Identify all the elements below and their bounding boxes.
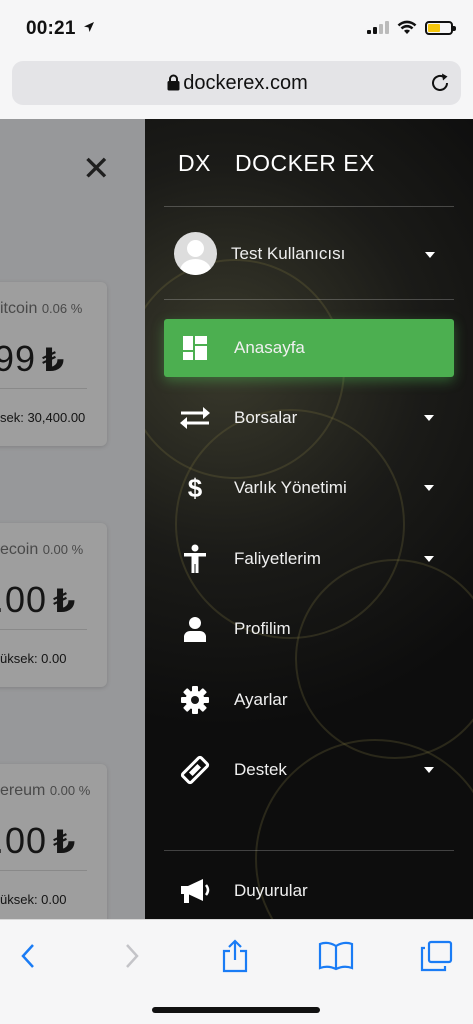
tabs-button[interactable] <box>416 938 456 974</box>
chevron-down-icon <box>424 556 434 562</box>
overlay-dim[interactable] <box>0 119 145 919</box>
litecoin-decoration <box>295 559 473 759</box>
menu-label: Faliyetlerim <box>234 549 321 568</box>
user-name: Test Kullanıcısı <box>231 243 346 263</box>
menu-item-profilim[interactable]: Profilim <box>164 600 454 658</box>
gear-icon <box>178 683 212 717</box>
user-icon <box>178 612 212 646</box>
divider <box>164 850 454 851</box>
menu-label: Profilim <box>234 619 291 638</box>
wifi-icon <box>397 20 417 34</box>
user-profile-toggle[interactable]: Test Kullanıcısı <box>174 232 345 275</box>
dollar-icon: $ <box>187 472 203 503</box>
signal-icon <box>367 21 389 34</box>
ticket-icon <box>178 753 212 787</box>
chevron-right-icon <box>126 944 139 968</box>
back-button[interactable] <box>8 938 48 974</box>
location-arrow-icon <box>84 22 95 32</box>
forward-button[interactable] <box>112 938 152 974</box>
status-time: 00:21 <box>26 18 95 40</box>
share-icon <box>222 939 248 973</box>
chevron-left-icon <box>21 944 34 968</box>
status-bar: 00:21 <box>0 0 473 56</box>
tabs-icon <box>420 940 453 972</box>
menu-item-varlik-yonetimi[interactable]: $ Varlık Yönetimi <box>164 459 454 517</box>
swap-arrows-icon <box>178 401 212 435</box>
menu-label: Varlık Yönetimi <box>234 478 347 497</box>
menu-item-faliyetlerim[interactable]: Faliyetlerim <box>164 530 454 588</box>
megaphone-icon <box>178 874 212 908</box>
reload-icon[interactable] <box>429 72 451 94</box>
chevron-down-icon <box>424 767 434 773</box>
menu-item-borsalar[interactable]: Borsalar <box>164 389 454 447</box>
menu-item-destek[interactable]: Destek <box>164 741 454 799</box>
brand-logo: DX <box>178 150 211 176</box>
menu-label: Anasayfa <box>234 338 305 357</box>
chevron-down-icon <box>424 415 434 421</box>
address-bar[interactable]: dockerex.com <box>12 61 461 105</box>
menu-item-anasayfa[interactable]: Anasayfa <box>164 319 454 377</box>
menu-item-duyurular[interactable]: Duyurular <box>164 862 454 919</box>
menu-label: Duyurular <box>234 881 308 900</box>
divider <box>164 299 454 300</box>
divider <box>164 206 454 207</box>
menu-label: Ayarlar <box>234 690 288 709</box>
url-text: dockerex.com <box>183 72 308 94</box>
share-button[interactable] <box>215 938 255 974</box>
avatar <box>174 232 217 275</box>
dashboard-icon <box>178 331 212 365</box>
brand-name: DOCKER EX <box>234 150 375 176</box>
menu-label: Borsalar <box>234 408 298 427</box>
menu-label: Destek <box>234 760 287 779</box>
battery-icon <box>425 20 456 35</box>
chevron-down-icon <box>424 485 434 491</box>
book-icon <box>318 941 354 971</box>
accessibility-person-icon <box>178 542 212 576</box>
chevron-down-icon[interactable] <box>425 252 435 258</box>
menu-item-ayarlar[interactable]: Ayarlar <box>164 671 454 729</box>
side-drawer: DX DOCKER EX Test Kullanıcısı Anasayfa Bo… <box>145 119 473 919</box>
home-indicator[interactable] <box>152 1007 320 1013</box>
bookmarks-button[interactable] <box>316 938 356 974</box>
drawer-header: DX DOCKER EX <box>178 150 375 177</box>
